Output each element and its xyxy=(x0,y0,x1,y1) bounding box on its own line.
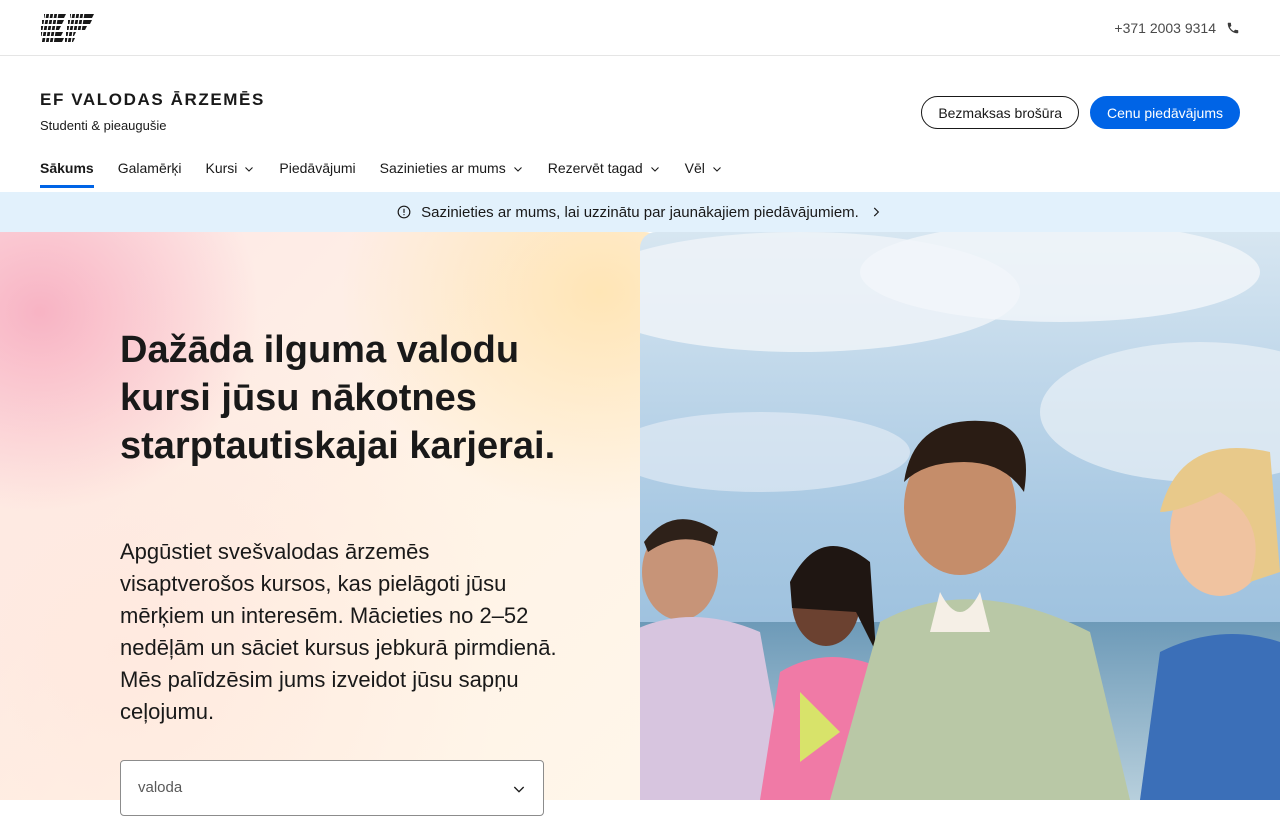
nav-item-4[interactable]: Sazinieties ar mums xyxy=(380,160,524,188)
brand-block: EF VALODAS ĀRZEMĒS Studenti & pieaugušie xyxy=(40,89,265,133)
nav-item-0[interactable]: Sākums xyxy=(40,160,94,188)
nav-item-6[interactable]: Vēl xyxy=(685,160,723,188)
language-select-placeholder: valoda xyxy=(138,779,183,796)
language-select[interactable]: valoda xyxy=(120,760,544,816)
chevron-down-icon xyxy=(513,786,525,793)
ef-logo-mark xyxy=(40,11,94,45)
nav-item-label: Rezervēt tagad xyxy=(547,160,643,176)
phone-link[interactable]: +371 2003 9314 xyxy=(1114,18,1240,38)
nav-item-label: Galamērķi xyxy=(117,160,182,176)
top-bar: +371 2003 9314 xyxy=(0,0,1280,56)
nav-item-label: Kursi xyxy=(205,160,238,176)
nav-item-5[interactable]: Rezervēt tagad xyxy=(548,160,661,188)
chevron-right-icon xyxy=(873,207,880,217)
ef-logo[interactable] xyxy=(40,11,96,45)
phone-icon xyxy=(1227,22,1239,34)
hero-description: Apgūstiet svešvalodas ārzemēs visaptvero… xyxy=(120,539,557,724)
hero-title: Dažāda ilguma valodu kursi jūsu nākotnes… xyxy=(120,329,556,467)
info-icon xyxy=(397,205,411,219)
chevron-down-icon xyxy=(245,167,254,172)
brand-subtitle: Studenti & pieaugušie xyxy=(40,118,167,133)
chevron-down-icon xyxy=(713,167,721,172)
phone-number: +371 2003 9314 xyxy=(1114,20,1216,36)
students-beach-photo xyxy=(640,232,1280,800)
chevron-down-icon xyxy=(513,167,522,172)
cta-buttons: Bezmaksas brošūra Cenu piedāvājums xyxy=(921,96,1240,129)
nav-item-label: Vēl xyxy=(684,160,705,176)
brochure-button[interactable]: Bezmaksas brošūra xyxy=(921,96,1080,129)
notice-banner[interactable]: Sazinieties ar mums, lai uzzinātu par ja… xyxy=(0,192,1280,232)
nav-item-3[interactable]: Piedāvājumi xyxy=(279,160,355,188)
nav-item-label: Piedāvājumi xyxy=(279,160,356,176)
main-nav: Sākums Galamērķi Kursi Piedāvājumi Sazinieti… xyxy=(40,160,723,190)
quote-button[interactable]: Cenu piedāvājums xyxy=(1090,96,1240,129)
nav-item-2[interactable]: Kursi xyxy=(206,160,256,188)
nav-item-label: Sazinieties ar mums xyxy=(379,160,506,176)
notice-text: Sazinieties ar mums, lai uzzinātu par ja… xyxy=(421,203,859,221)
brand-title[interactable]: EF VALODAS ĀRZEMĒS xyxy=(40,89,265,111)
hero-photo xyxy=(640,232,1280,800)
chevron-down-icon xyxy=(650,167,659,172)
nav-item-1[interactable]: Galamērķi xyxy=(118,160,182,188)
nav-item-label: Sākums xyxy=(40,160,94,176)
